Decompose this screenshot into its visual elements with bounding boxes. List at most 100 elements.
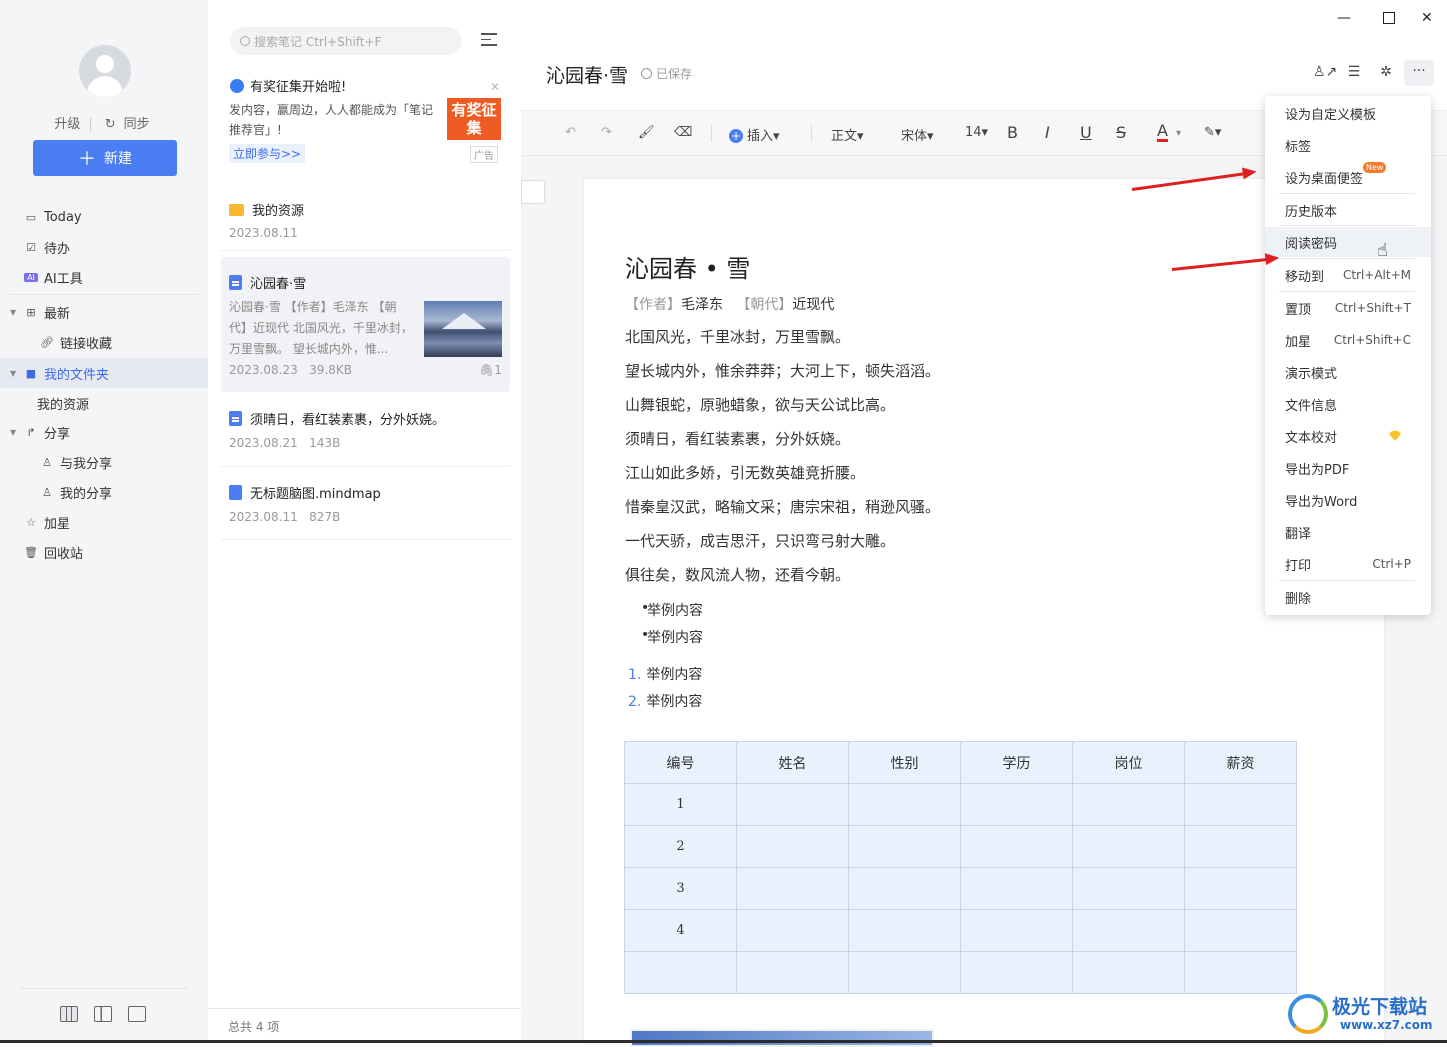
document-page[interactable]: 沁园春 • 雪 【作者】毛泽东 【朝代】近现代 北国风光，千里冰封，万里雪飘。 … bbox=[584, 179, 1384, 1047]
table-cell[interactable] bbox=[736, 825, 849, 868]
table-cell[interactable] bbox=[1072, 783, 1185, 826]
table-cell[interactable] bbox=[1184, 783, 1297, 826]
note-item-selected[interactable]: 沁园春·雪 沁园春·雪 【作者】毛泽东 【朝代】近现代 北国风光，千里冰封，万里… bbox=[221, 257, 510, 392]
nav-today[interactable]: ▭ Today bbox=[0, 202, 208, 232]
nav-trash[interactable]: 🗑︎ 回收站 bbox=[0, 537, 208, 567]
font-color-button[interactable]: A bbox=[1157, 123, 1168, 142]
sort-icon[interactable] bbox=[481, 33, 497, 47]
table-cell[interactable] bbox=[1072, 867, 1185, 910]
menu-item-translate[interactable]: 翻译 bbox=[1265, 517, 1431, 547]
table-header-cell[interactable]: 学历 bbox=[960, 741, 1073, 784]
table-cell[interactable] bbox=[960, 951, 1073, 994]
nav-my-folders[interactable]: ▼ ■ 我的文件夹 bbox=[0, 358, 208, 388]
promo-title[interactable]: 有奖征集开始啦! bbox=[230, 76, 346, 95]
document-title[interactable]: 沁园春·雪 bbox=[546, 61, 628, 88]
menu-item-presentation[interactable]: 演示模式 bbox=[1265, 357, 1431, 387]
note-item[interactable]: 须晴日，看红装素裹，分外妖娆。 2023.08.21 143B bbox=[221, 397, 510, 465]
font-family-select[interactable]: 宋体▾ bbox=[901, 125, 934, 144]
two-column-layout-icon[interactable] bbox=[94, 1006, 112, 1022]
underline-button[interactable]: U bbox=[1080, 123, 1092, 142]
bold-button[interactable]: B bbox=[1007, 123, 1018, 142]
table-cell[interactable] bbox=[1184, 867, 1297, 910]
table-cell[interactable] bbox=[1072, 825, 1185, 868]
search-input[interactable]: 搜索笔记 Ctrl+Shift+F bbox=[230, 27, 462, 55]
close-window-icon[interactable]: ✕ bbox=[1421, 10, 1433, 26]
table-cell[interactable] bbox=[1184, 909, 1297, 952]
menu-item-print[interactable]: 打印 Ctrl+P bbox=[1265, 549, 1431, 579]
three-column-layout-icon[interactable] bbox=[60, 1006, 78, 1022]
menu-item-history[interactable]: 历史版本 bbox=[1265, 195, 1431, 225]
table-cell[interactable]: 1 bbox=[624, 783, 737, 826]
menu-item-pin[interactable]: 置顶 Ctrl+Shift+T bbox=[1265, 293, 1431, 323]
table-cell[interactable] bbox=[1184, 951, 1297, 994]
menu-item-desktop-sticky[interactable]: 设为桌面便签 New bbox=[1265, 161, 1431, 192]
menu-item-read-password[interactable]: 阅读密码 bbox=[1265, 227, 1431, 257]
table-cell[interactable] bbox=[1072, 909, 1185, 952]
close-icon[interactable]: ✕ bbox=[490, 80, 500, 94]
table-cell[interactable]: 2 bbox=[624, 825, 737, 868]
find-replace-icon[interactable]: ☰ bbox=[1344, 64, 1364, 82]
table-header-cell[interactable]: 性别 bbox=[848, 741, 961, 784]
note-item[interactable]: 无标题脑图.mindmap 2023.08.11 827B bbox=[221, 470, 510, 538]
menu-item-file-info[interactable]: 文件信息 bbox=[1265, 389, 1431, 419]
nav-starred[interactable]: ☆ 加星 bbox=[0, 507, 208, 537]
eraser-icon[interactable]: ⌫ bbox=[674, 125, 692, 140]
font-size-select[interactable]: 14▾ bbox=[965, 125, 988, 140]
promo-join-link[interactable]: 立即参与>> bbox=[229, 144, 306, 163]
maximize-icon[interactable] bbox=[1383, 12, 1395, 24]
table-cell[interactable] bbox=[960, 909, 1073, 952]
table-cell[interactable] bbox=[960, 783, 1073, 826]
promo-image[interactable]: 有奖征集 bbox=[447, 98, 501, 140]
menu-item-export-pdf[interactable]: 导出为PDF bbox=[1265, 453, 1431, 483]
outline-toggle-icon[interactable] bbox=[521, 180, 545, 204]
table-cell[interactable] bbox=[960, 867, 1073, 910]
table-header-cell[interactable]: 姓名 bbox=[736, 741, 849, 784]
minimize-icon[interactable]: — bbox=[1337, 10, 1351, 26]
italic-button[interactable]: I bbox=[1045, 123, 1050, 142]
sync-button[interactable]: ↻ 同步 bbox=[101, 117, 154, 132]
nav-shared-with-me[interactable]: ♙ 与我分享 bbox=[0, 447, 208, 477]
nav-link-favorites[interactable]: 🔗︎ 链接收藏 bbox=[0, 327, 208, 357]
table-header-cell[interactable]: 薪资 bbox=[1184, 741, 1297, 784]
strikethrough-button[interactable]: S bbox=[1116, 123, 1126, 142]
more-options-icon[interactable]: ··· bbox=[1404, 60, 1434, 86]
single-column-layout-icon[interactable] bbox=[128, 1006, 146, 1022]
nav-ai-tools[interactable]: AI AI工具 bbox=[0, 262, 208, 292]
nav-share[interactable]: ▼ ↱ 分享 bbox=[0, 417, 208, 447]
note-item-my-resources[interactable]: 我的资源 2023.08.11 bbox=[221, 188, 510, 248]
table-cell[interactable] bbox=[848, 951, 961, 994]
table-cell[interactable] bbox=[848, 867, 961, 910]
insert-button[interactable]: + 插入▾ bbox=[729, 125, 780, 144]
table-header-cell[interactable]: 编号 bbox=[624, 741, 737, 784]
share-user-icon[interactable]: ♙↗ bbox=[1313, 64, 1337, 82]
table-cell[interactable] bbox=[736, 783, 849, 826]
undo-icon[interactable]: ↶ bbox=[565, 125, 576, 140]
table-cell[interactable] bbox=[848, 825, 961, 868]
table-cell[interactable] bbox=[960, 825, 1073, 868]
paragraph-style-select[interactable]: 正文▾ bbox=[831, 125, 864, 144]
table-cell[interactable] bbox=[736, 909, 849, 952]
nav-latest[interactable]: ▼ ⊞ 最新 bbox=[0, 297, 208, 327]
menu-item-custom-template[interactable]: 设为自定义模板 bbox=[1265, 98, 1431, 128]
table-cell[interactable] bbox=[848, 783, 961, 826]
table-cell[interactable] bbox=[624, 951, 737, 994]
format-painter-icon[interactable]: 🖌︎ bbox=[638, 125, 655, 140]
avatar[interactable] bbox=[79, 45, 131, 97]
table-cell[interactable] bbox=[1072, 951, 1185, 994]
upgrade-link[interactable]: 升级 bbox=[54, 117, 80, 132]
menu-item-tags[interactable]: 标签 bbox=[1265, 130, 1431, 160]
nav-my-resources[interactable]: 我的资源 bbox=[0, 388, 208, 418]
table-cell[interactable]: 4 bbox=[624, 909, 737, 952]
table-cell[interactable] bbox=[848, 909, 961, 952]
table-header-cell[interactable]: 岗位 bbox=[1072, 741, 1185, 784]
menu-item-proofread[interactable]: 文本校对 bbox=[1265, 421, 1431, 451]
highlight-icon[interactable]: ✎▾ bbox=[1204, 125, 1221, 140]
chevron-down-icon[interactable]: ▾ bbox=[1176, 128, 1181, 139]
menu-item-star[interactable]: 加星 Ctrl+Shift+C bbox=[1265, 325, 1431, 355]
menu-item-delete[interactable]: 删除 bbox=[1265, 582, 1431, 612]
table-cell[interactable] bbox=[736, 951, 849, 994]
nav-todo[interactable]: ☑ 待办 bbox=[0, 232, 208, 262]
data-table[interactable]: 编号 姓名 性别 学历 岗位 薪资 1 2 3 4 bbox=[624, 741, 1297, 994]
embedded-image[interactable] bbox=[630, 1029, 934, 1047]
nav-my-shares[interactable]: ♙ 我的分享 bbox=[0, 477, 208, 507]
